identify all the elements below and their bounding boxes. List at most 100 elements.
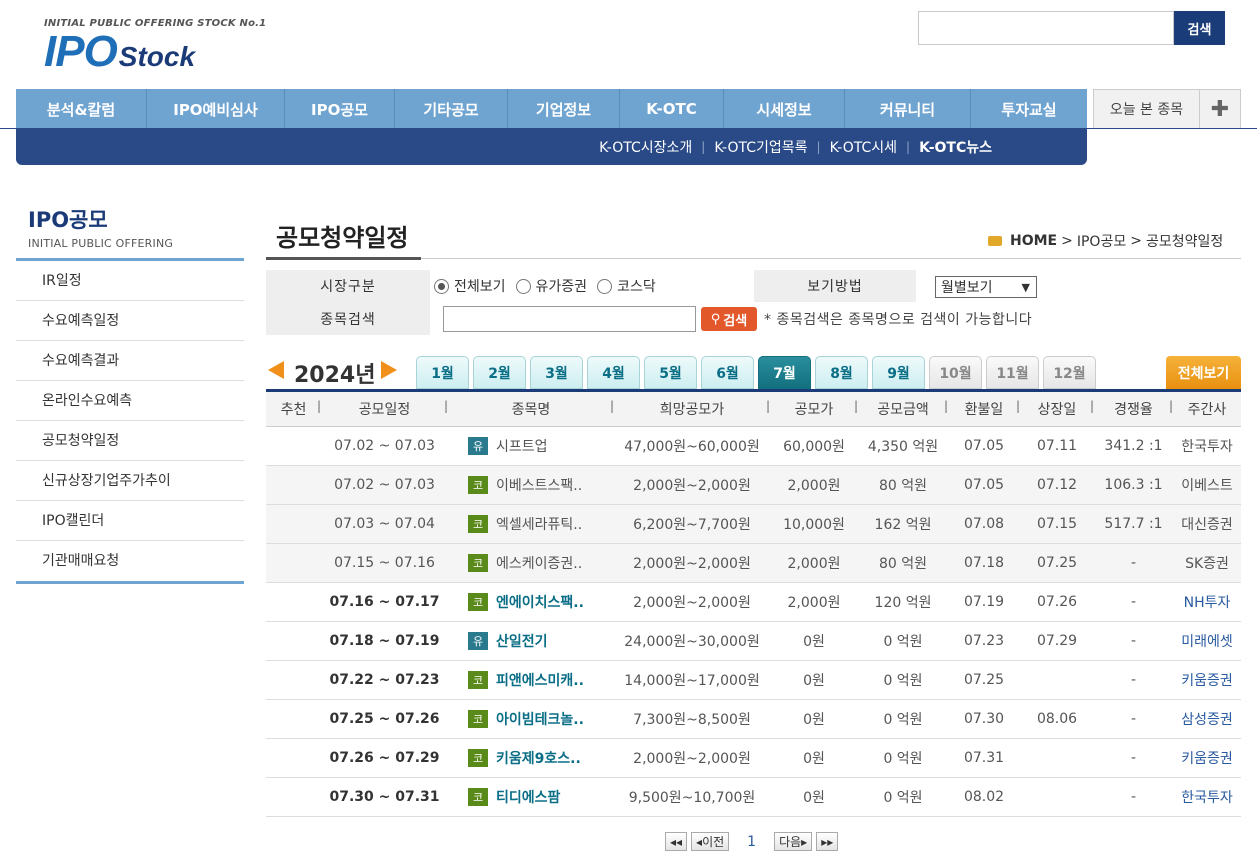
cell-price: 10,000원 xyxy=(783,517,845,533)
sidebar-item-calendar[interactable]: IPO캘린더 xyxy=(16,501,244,541)
nav-item-quotes[interactable]: 시세정보 xyxy=(724,89,845,129)
stock-search-input[interactable] xyxy=(443,306,696,332)
table-row[interactable]: 07.03 ~ 07.04 코 엑셀세라퓨틱.. 6,200원~7,700원 10,00… xyxy=(266,505,1241,544)
tab-month-11[interactable]: 11월 xyxy=(986,356,1039,389)
cell-name: 코 피앤에스미캐.. xyxy=(448,670,614,690)
page-number[interactable]: 1 xyxy=(747,834,756,850)
tab-month-9[interactable]: 9월 xyxy=(872,356,925,389)
cell-price: 0원 xyxy=(803,673,825,689)
tab-month-12[interactable]: 12월 xyxy=(1043,356,1096,389)
stock-name-link[interactable]: 엑셀세라퓨틱.. xyxy=(496,514,582,534)
year-prev-arrow-icon[interactable] xyxy=(268,361,284,379)
top-search-input[interactable] xyxy=(918,11,1174,45)
sidebar-item-subscription[interactable]: 공모청약일정 xyxy=(16,421,244,461)
site-logo[interactable]: INITIAL PUBLIC OFFERING STOCK No.1 IPO S… xyxy=(44,18,266,77)
top-search-button[interactable]: 검색 xyxy=(1174,11,1225,45)
table-row[interactable]: 07.25 ~ 07.26 코 아이빔테크놀.. 7,300원~8,500원 0원 0 억… xyxy=(266,700,1241,739)
view-all-button[interactable]: 전체보기 xyxy=(1166,356,1241,389)
cell-refund: 07.19 xyxy=(963,594,1005,610)
sidebar-item-ir[interactable]: IR일정 xyxy=(16,261,244,301)
cell-broker: 미래에셋 xyxy=(1181,634,1233,650)
tab-month-8[interactable]: 8월 xyxy=(815,356,868,389)
table-row[interactable]: 07.15 ~ 07.16 코 에스케이증권.. 2,000원~2,000원 2,000… xyxy=(266,544,1241,583)
tab-month-3[interactable]: 3월 xyxy=(530,356,583,389)
subnav-kotc-intro[interactable]: K-OTC시장소개 xyxy=(590,137,701,157)
plus-icon[interactable]: ✚ xyxy=(1200,90,1240,128)
year-next-arrow-icon[interactable] xyxy=(381,361,397,379)
recent-stocks-button[interactable]: 오늘 본 종목 xyxy=(1094,90,1200,128)
radio-kosdaq[interactable]: 코스닥 xyxy=(597,276,656,296)
col-broker: 주간사 xyxy=(1187,402,1227,418)
cell-price: 2,000원 xyxy=(787,595,841,611)
nav-item-company-info[interactable]: 기업정보 xyxy=(508,89,620,129)
stock-name-link[interactable]: 산일전기 xyxy=(496,631,548,651)
cell-broker: 이베스트 xyxy=(1181,478,1233,494)
sidebar-item-demand-result[interactable]: 수요예측결과 xyxy=(16,341,244,381)
cell-refund: 07.25 xyxy=(963,672,1005,688)
table-row[interactable]: 07.22 ~ 07.23 코 피앤에스미캐.. 14,000원~17,000원 0원 0… xyxy=(266,661,1241,700)
nav-item-ipo-review[interactable]: IPO예비심사 xyxy=(147,89,285,129)
stock-name-link[interactable]: 키움제9호스.. xyxy=(496,748,581,768)
page-first-button[interactable]: ◂◂ xyxy=(665,832,688,851)
recent-stocks: 오늘 본 종목 ✚ xyxy=(1093,89,1241,129)
stock-name-link[interactable]: 이베스트스팩.. xyxy=(496,475,582,495)
nav-item-ipo-offering[interactable]: IPO공모 xyxy=(285,89,395,129)
tab-month-6[interactable]: 6월 xyxy=(701,356,754,389)
tab-month-2[interactable]: 2월 xyxy=(473,356,526,389)
stock-name-link[interactable]: 엔에이치스팩.. xyxy=(496,592,584,612)
subnav-kotc-quotes[interactable]: K-OTC시세 xyxy=(821,137,906,157)
cell-refund: 07.31 xyxy=(963,750,1005,766)
stock-name-link[interactable]: 티디에스팜 xyxy=(496,787,560,807)
sidebar-item-institution[interactable]: 기관매매요청 xyxy=(16,541,244,581)
subnav-kotc-news[interactable]: K-OTC뉴스 xyxy=(910,137,1001,157)
subnav-kotc-list[interactable]: K-OTC기업목록 xyxy=(705,137,816,157)
breadcrumb-ipo[interactable]: IPO공모 xyxy=(1077,231,1126,251)
tab-month-1[interactable]: 1월 xyxy=(416,356,469,389)
cell-amount: 0 억원 xyxy=(883,751,923,767)
cell-schedule: 07.15 ~ 07.16 xyxy=(334,555,435,571)
month-tabs: 1월 2월 3월 4월 5월 6월 7월 8월 9월 10월 11월 12월 xyxy=(416,356,1096,389)
market-badge: 코 xyxy=(468,593,488,611)
search-icon: ⚲ xyxy=(710,311,721,327)
cell-schedule: 07.02 ~ 07.03 xyxy=(334,438,435,454)
cell-name: 코 아이빔테크놀.. xyxy=(448,709,614,729)
view-select[interactable]: 월별보기 ▼ xyxy=(935,276,1037,298)
cell-amount: 0 억원 xyxy=(883,790,923,806)
sidebar-menu: IR일정 수요예측일정 수요예측결과 온라인수요예측 공모청약일정 신규상장기업… xyxy=(16,258,244,584)
cell-listing: 07.29 xyxy=(1036,633,1078,649)
view-select-value: 월별보기 xyxy=(941,280,993,296)
table-row[interactable]: 07.30 ~ 07.31 코 티디에스팜 9,500원~10,700원 0원 0 억원 0… xyxy=(266,778,1241,817)
stock-name-link[interactable]: 시프트업 xyxy=(496,436,548,456)
page-last-button[interactable]: ▸▸ xyxy=(816,832,839,851)
page-next-button[interactable]: 다음▸ xyxy=(774,832,813,851)
sidebar-item-demand-schedule[interactable]: 수요예측일정 xyxy=(16,301,244,341)
stock-search-button[interactable]: ⚲ 검색 xyxy=(701,307,757,331)
table-row[interactable]: 07.02 ~ 07.03 코 이베스트스팩.. 2,000원~2,000원 2,000… xyxy=(266,466,1241,505)
radio-kospi[interactable]: 유가증권 xyxy=(515,276,587,296)
tab-month-10[interactable]: 10월 xyxy=(929,356,982,389)
table-row[interactable]: 07.16 ~ 07.17 코 엔에이치스팩.. 2,000원~2,000원 2,000… xyxy=(266,583,1241,622)
nav-item-education[interactable]: 투자교실 xyxy=(971,89,1087,129)
stock-name-link[interactable]: 피앤에스미캐.. xyxy=(496,670,584,690)
nav-item-kotc[interactable]: K-OTC xyxy=(620,89,724,129)
cell-ratio: - xyxy=(1130,711,1137,727)
breadcrumb-home[interactable]: HOME xyxy=(1010,233,1057,249)
tab-month-5[interactable]: 5월 xyxy=(644,356,697,389)
nav-item-community[interactable]: 커뮤니티 xyxy=(845,89,971,129)
market-badge: 유 xyxy=(468,437,488,455)
page-prev-button[interactable]: ◂이전 xyxy=(691,832,730,851)
stock-name-link[interactable]: 에스케이증권.. xyxy=(496,553,582,573)
nav-item-analysis[interactable]: 분석&칼럼 xyxy=(16,89,147,129)
nav-item-other-offering[interactable]: 기타공모 xyxy=(395,89,508,129)
table-row[interactable]: 07.02 ~ 07.03 유 시프트업 47,000원~60,000원 60,000원… xyxy=(266,427,1241,466)
stock-name-link[interactable]: 아이빔테크놀.. xyxy=(496,709,584,729)
sidebar-item-online-demand[interactable]: 온라인수요예측 xyxy=(16,381,244,421)
tab-month-7[interactable]: 7월 xyxy=(758,356,811,389)
table-row[interactable]: 07.26 ~ 07.29 코 키움제9호스.. 2,000원~2,000원 0원 0 억… xyxy=(266,739,1241,778)
table-row[interactable]: 07.18 ~ 07.19 유 산일전기 24,000원~30,000원 0원 0 억원 0… xyxy=(266,622,1241,661)
tab-month-4[interactable]: 4월 xyxy=(587,356,640,389)
sidebar-item-new-listing[interactable]: 신규상장기업주가추이 xyxy=(16,461,244,501)
chevron-down-icon: ▼ xyxy=(1021,280,1030,294)
radio-all[interactable]: 전체보기 xyxy=(434,276,506,296)
cell-listing: 07.15 xyxy=(1036,516,1078,532)
